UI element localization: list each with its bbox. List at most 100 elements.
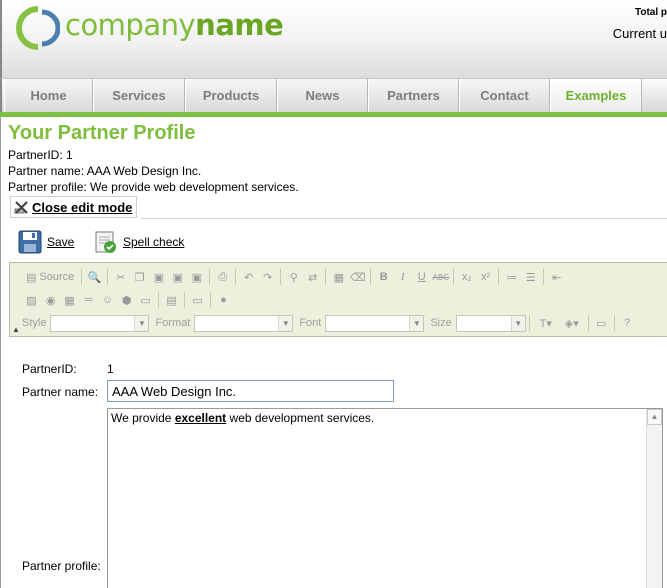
partner-profile-label: Partner profile: xyxy=(22,559,101,573)
paste-icon[interactable]: ▣ xyxy=(149,268,168,287)
main-nav: Home Services Products News Partners Con… xyxy=(0,78,667,112)
select-all-icon[interactable]: ▦ xyxy=(329,268,348,287)
format-label: Format xyxy=(155,317,191,329)
strikethrough-icon[interactable]: ABC xyxy=(431,268,450,287)
separator xyxy=(498,269,500,285)
text-color-icon[interactable]: T▾ xyxy=(533,314,559,333)
nav-item-products[interactable]: Products xyxy=(185,79,277,112)
nav-item-contact[interactable]: Contact xyxy=(459,79,550,112)
separator xyxy=(325,269,327,285)
nav-item-partners[interactable]: Partners xyxy=(368,79,459,112)
smiley-icon[interactable]: ☺ xyxy=(98,291,117,310)
source-label: Source xyxy=(39,271,75,283)
nav-item-examples[interactable]: Examples xyxy=(550,79,642,112)
table-icon[interactable]: ▦ xyxy=(60,291,79,310)
separator xyxy=(210,292,211,308)
font-label: Font xyxy=(299,317,322,329)
separator xyxy=(587,315,589,331)
scroll-up-icon[interactable]: ▲ xyxy=(647,409,662,425)
source-icon: ▤ xyxy=(26,271,37,284)
background-color-icon[interactable]: ◈▾ xyxy=(559,314,585,333)
nav-item-services[interactable]: Services xyxy=(93,79,185,112)
toolbar-row-1: ▤ Source 🔍 ✂ ❐ ▣ ▣ ▣ ⎙ ↶ ↷ ⚲ ⇄ ▦ ⌫ B I U… xyxy=(22,266,566,288)
profile-text-bold: excellent xyxy=(174,411,227,425)
superscript-icon[interactable]: x² xyxy=(476,268,495,287)
site-header: companyname Total p Current u xyxy=(0,0,667,78)
bulleted-list-icon[interactable]: ☰ xyxy=(521,268,540,287)
source-button[interactable]: ▤ Source xyxy=(22,271,78,284)
rich-text-toolbar: ▤ Source 🔍 ✂ ❐ ▣ ▣ ▣ ⎙ ↶ ↷ ⚲ ⇄ ▦ ⌫ B I U… xyxy=(9,262,667,337)
template-icon[interactable]: ▤ xyxy=(162,291,181,310)
paste-text-icon[interactable]: ▣ xyxy=(168,268,187,287)
separator xyxy=(184,292,185,308)
separator xyxy=(107,269,109,285)
partner-profile-editor[interactable]: We provide excellent web development ser… xyxy=(107,408,663,588)
partner-id-label: PartnerID: xyxy=(22,362,77,376)
separator xyxy=(543,269,545,285)
style-select[interactable]: ▼ xyxy=(50,314,150,332)
info-partner-name: Partner name: AAA Web Design Inc. xyxy=(8,164,202,178)
vertical-scrollbar[interactable]: ▲ xyxy=(646,409,662,588)
partner-name-label: Partner name: xyxy=(22,385,99,399)
separator xyxy=(613,315,615,331)
bold-icon[interactable]: B xyxy=(374,268,393,287)
maximize-icon[interactable]: ▭ xyxy=(592,314,611,333)
partner-id-value: 1 xyxy=(107,362,114,376)
font-select[interactable]: ▼ xyxy=(325,314,425,332)
partner-name-input[interactable] xyxy=(107,380,394,402)
logo-word-company: company xyxy=(65,8,196,42)
special-char-icon[interactable]: ⬢ xyxy=(117,291,136,310)
nav-item-news[interactable]: News xyxy=(277,79,368,112)
italic-icon[interactable]: I xyxy=(393,268,412,287)
form-icon[interactable]: ▭ xyxy=(188,291,207,310)
remove-format-icon[interactable]: ⌫ xyxy=(348,268,367,287)
numbered-list-icon[interactable]: ≔ xyxy=(502,268,521,287)
flash-icon[interactable]: ◉ xyxy=(41,291,60,310)
outdent-icon[interactable]: ⇤ xyxy=(547,268,566,287)
underline-icon[interactable]: U xyxy=(412,268,431,287)
size-select[interactable]: ▼ xyxy=(455,314,526,332)
separator xyxy=(209,269,211,285)
image-icon[interactable]: ▨ xyxy=(22,291,41,310)
undo-icon[interactable]: ↶ xyxy=(239,268,258,287)
company-logo-text[interactable]: companyname xyxy=(65,8,284,42)
help-icon[interactable]: ? xyxy=(618,314,637,333)
print-icon[interactable]: ⎙ xyxy=(213,268,232,287)
size-label: Size xyxy=(430,317,452,329)
close-edit-mode-button[interactable]: Close edit mode xyxy=(10,196,138,218)
preview-icon[interactable]: 🔍 xyxy=(85,268,104,287)
separator xyxy=(528,315,530,331)
separator xyxy=(81,269,83,285)
paste-word-icon[interactable]: ▣ xyxy=(187,268,206,287)
toolbar-row-2: ▨ ◉ ▦ ═ ☺ ⬢ ▭ ▤ ▭ ● xyxy=(22,289,233,311)
logo-word-name: name xyxy=(195,8,284,42)
format-select[interactable]: ▼ xyxy=(194,314,294,332)
floppy-disk-icon xyxy=(18,230,42,254)
redo-icon[interactable]: ↷ xyxy=(258,268,277,287)
separator xyxy=(235,269,237,285)
main-content: Your Partner Profile PartnerID: 1 Partne… xyxy=(0,117,667,588)
save-label: Save xyxy=(47,235,75,249)
profile-text-before: We provide xyxy=(111,411,175,425)
chevron-down-icon: ▼ xyxy=(409,315,424,331)
separator xyxy=(280,269,282,285)
save-button[interactable]: Save xyxy=(18,229,74,255)
spell-check-label: Spell check xyxy=(123,235,185,249)
close-edit-label: Close edit mode xyxy=(32,199,133,215)
find-icon[interactable]: ⚲ xyxy=(284,268,303,287)
about-icon[interactable]: ● xyxy=(214,291,233,310)
page-title: Your Partner Profile xyxy=(8,122,196,144)
spell-check-icon xyxy=(94,230,118,254)
page-break-icon[interactable]: ▭ xyxy=(136,291,155,310)
horizontal-rule-icon[interactable]: ═ xyxy=(79,291,98,310)
chevron-down-icon: ▼ xyxy=(134,315,149,331)
spell-check-button[interactable]: Spell check xyxy=(94,229,184,255)
cut-icon[interactable]: ✂ xyxy=(111,268,130,287)
replace-icon[interactable]: ⇄ xyxy=(303,268,322,287)
copy-icon[interactable]: ❐ xyxy=(130,268,149,287)
close-edit-icon xyxy=(14,200,29,215)
subscript-icon[interactable]: x₂ xyxy=(457,268,476,287)
nav-item-home[interactable]: Home xyxy=(4,79,93,112)
current-user-label: Current u xyxy=(612,26,667,41)
collapse-toolbar-icon[interactable]: ▲ xyxy=(12,325,20,334)
